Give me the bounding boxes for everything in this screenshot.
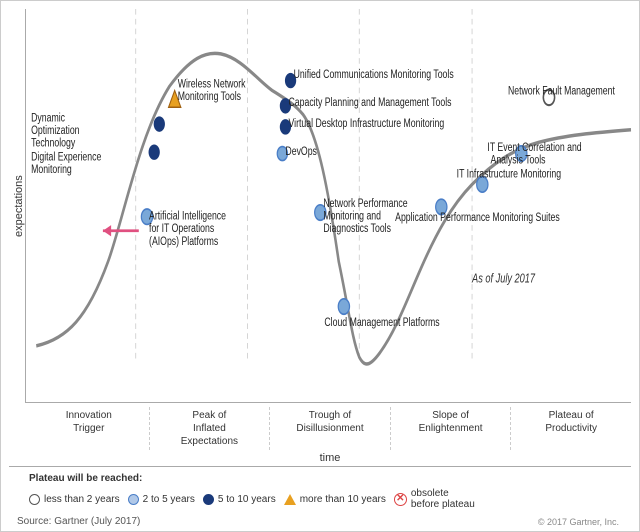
svg-text:Cloud Management Platforms: Cloud Management Platforms — [324, 317, 439, 330]
legend-label-darkblue: 5 to 10 years — [218, 494, 276, 505]
svg-text:Optimization: Optimization — [31, 125, 80, 138]
svg-text:Technology: Technology — [31, 137, 76, 150]
svg-text:Application Performance Monito: Application Performance Monitoring Suite… — [395, 212, 560, 225]
svg-text:Artificial Intelligence: Artificial Intelligence — [149, 210, 226, 223]
dot-triangle — [284, 494, 296, 505]
svg-text:Analysis Tools: Analysis Tools — [491, 154, 546, 167]
dot-darkblue — [203, 494, 214, 505]
svg-text:Unified Communications Monitor: Unified Communications Monitoring Tools — [294, 69, 454, 82]
footer-source: Source: Gartner (July 2017) — [13, 514, 144, 527]
svg-text:Dynamic: Dynamic — [31, 112, 65, 125]
svg-text:Capacity Planning and Manageme: Capacity Planning and Management Tools — [289, 97, 452, 110]
hype-curve-svg: Wireless Network Monitoring Tools Dynami… — [26, 9, 631, 402]
svg-text:Network Performance: Network Performance — [323, 198, 407, 211]
svg-text:IT Event Correlation and: IT Event Correlation and — [487, 142, 581, 155]
svg-text:Digital Experience: Digital Experience — [31, 151, 101, 164]
x-section-plateau: Plateau ofProductivity — [511, 407, 631, 450]
x-time-label: time — [29, 450, 631, 466]
legend-area: Plateau will be reached: less than 2 yea… — [9, 466, 631, 512]
legend-item-x: ✕ obsoletebefore plateau — [394, 488, 475, 510]
legend-item-white: less than 2 years — [29, 494, 120, 505]
legend-item-triangle: more than 10 years — [284, 494, 386, 505]
chart-inner: Wireless Network Monitoring Tools Dynami… — [25, 9, 631, 403]
legend-label-triangle: more than 10 years — [300, 494, 386, 505]
svg-text:(AIOps) Platforms: (AIOps) Platforms — [149, 236, 218, 249]
legend-item-darkblue: 5 to 10 years — [203, 494, 276, 505]
dot-x-circle: ✕ — [394, 493, 407, 506]
legend-label-white: less than 2 years — [44, 494, 120, 505]
svg-text:Monitoring Tools: Monitoring Tools — [178, 91, 241, 104]
y-axis-label: expectations — [9, 9, 25, 403]
svg-text:Monitoring: Monitoring — [31, 164, 72, 177]
chart-area: expectations Wireless Network Monitoring… — [9, 9, 631, 403]
dot-white — [29, 494, 40, 505]
legend-label-x: obsoletebefore plateau — [411, 488, 475, 510]
legend-label-lightblue: 2 to 5 years — [143, 494, 195, 505]
x-section-slope: Slope ofEnlightenment — [391, 407, 512, 450]
legend-item-lightblue: 2 to 5 years — [128, 494, 195, 505]
svg-text:DevOps: DevOps — [285, 146, 316, 159]
x-section-trough: Trough ofDisillusionment — [270, 407, 391, 450]
dot-lightblue — [128, 494, 139, 505]
chart-container: expectations Wireless Network Monitoring… — [0, 0, 640, 532]
svg-text:Virtual Desktop Infrastructure: Virtual Desktop Infrastructure Monitorin… — [289, 118, 445, 131]
copyright: © 2017 Gartner, Inc. — [538, 517, 627, 527]
x-section-innovation: InnovationTrigger — [29, 407, 150, 450]
legend-title: Plateau will be reached: — [29, 473, 631, 484]
x-section-peak: Peak ofInflatedExpectations — [150, 407, 271, 450]
x-axis-labels: InnovationTrigger Peak ofInflatedExpecta… — [29, 403, 631, 450]
svg-text:Monitoring and: Monitoring and — [323, 210, 381, 223]
svg-text:As of July 2017: As of July 2017 — [471, 272, 536, 286]
svg-text:Diagnostics Tools: Diagnostics Tools — [323, 223, 391, 236]
svg-text:for IT Operations: for IT Operations — [149, 223, 214, 236]
legend-items: less than 2 years 2 to 5 years 5 to 10 y… — [29, 488, 631, 510]
svg-text:Network Fault Management: Network Fault Management — [508, 85, 615, 98]
svg-text:IT Infrastructure Monitoring: IT Infrastructure Monitoring — [457, 168, 562, 181]
svg-text:Wireless Network: Wireless Network — [178, 78, 246, 91]
